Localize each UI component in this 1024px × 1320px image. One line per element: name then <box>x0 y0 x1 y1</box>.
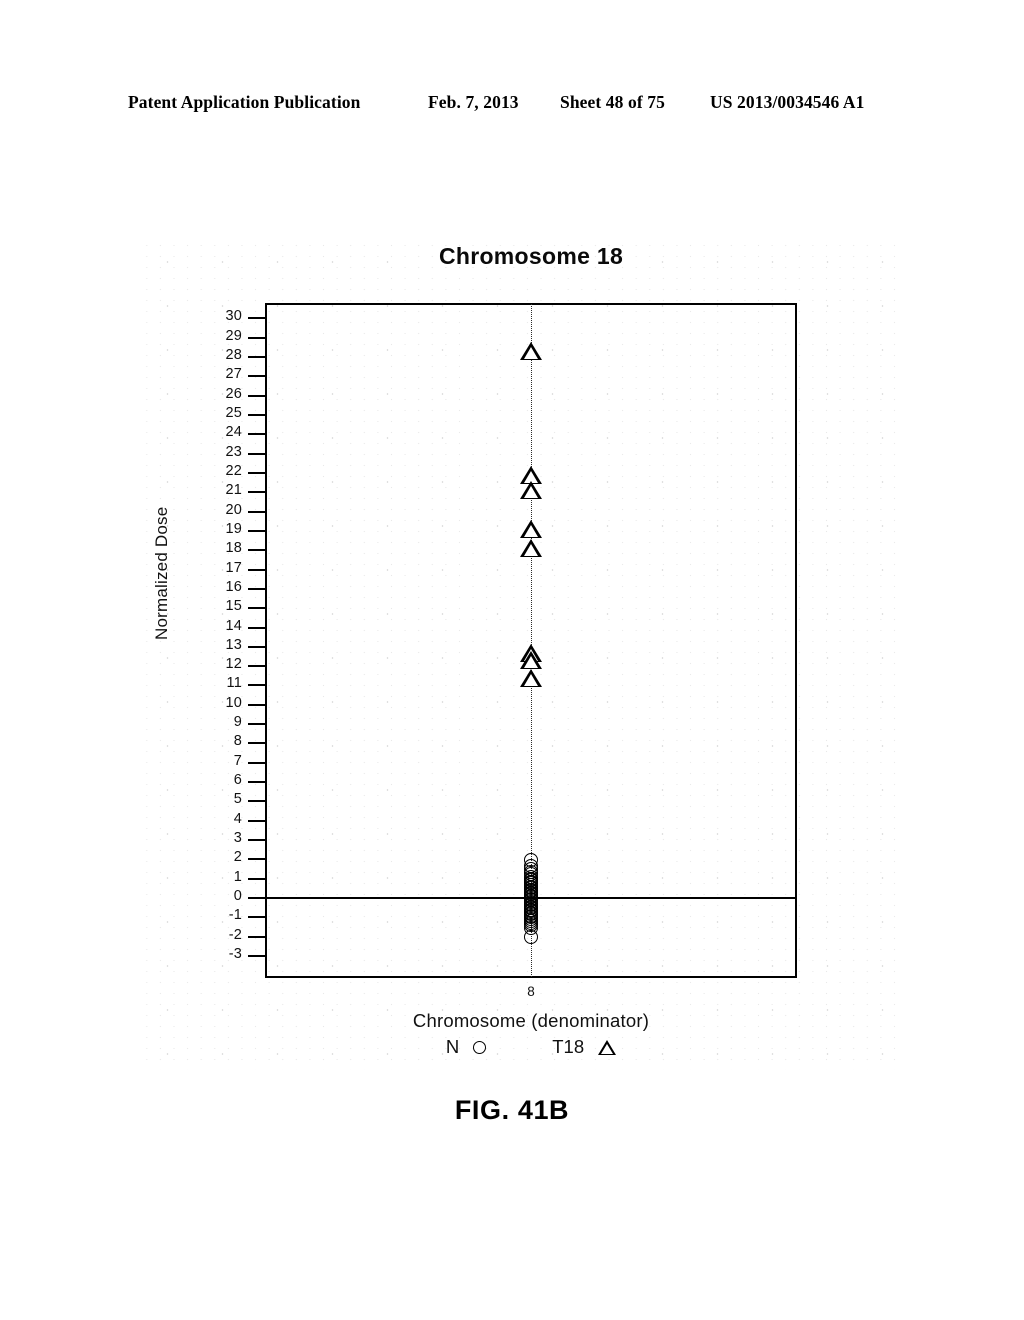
y-axis-tick-label: 27 <box>225 366 242 383</box>
y-axis-tick-label: 15 <box>225 598 242 615</box>
y-axis-tick <box>248 471 265 474</box>
x-tick-label-8: 8 <box>527 984 535 999</box>
y-axis-tick <box>248 935 265 938</box>
y-axis-tick-label: 30 <box>225 308 242 325</box>
y-axis-tick-label: 4 <box>233 810 242 827</box>
y-axis-tick <box>248 723 265 726</box>
y-axis-tick <box>248 336 265 339</box>
legend-label-t18: T18 <box>552 1036 585 1057</box>
y-axis-tick <box>248 375 265 378</box>
data-point-t18 <box>520 342 542 361</box>
y-axis-tick <box>248 433 265 436</box>
y-axis-tick-label: 11 <box>226 675 242 692</box>
y-axis-tick <box>248 607 265 610</box>
y-axis-tick <box>248 317 265 320</box>
y-axis-tick-label: 23 <box>225 443 242 460</box>
y-axis-tick <box>248 356 265 359</box>
y-axis-tick <box>248 877 265 880</box>
figure-caption: FIG. 41B <box>454 1095 570 1125</box>
y-axis-tick <box>248 800 265 803</box>
legend-entry-t18: T18 <box>552 1036 617 1058</box>
data-point-t18 <box>520 481 542 500</box>
y-axis-tick-label: -2 <box>228 926 242 943</box>
y-axis-tick-label: 20 <box>225 501 242 518</box>
y-axis-tick-label: 7 <box>233 752 242 769</box>
chart-title: Chromosome 18 <box>438 243 624 269</box>
legend-label-n: N <box>445 1036 460 1057</box>
y-axis-tick <box>248 665 265 668</box>
y-axis-tick <box>248 742 265 745</box>
y-axis-tick <box>248 510 265 513</box>
y-axis-tick-label: 21 <box>225 482 242 499</box>
y-axis-tick-label: -1 <box>228 907 242 924</box>
y-axis-tick <box>248 819 265 822</box>
data-point-t18 <box>520 539 542 558</box>
y-axis-tick <box>248 568 265 571</box>
y-axis-tick-label: 19 <box>225 520 242 537</box>
y-axis-tick <box>248 529 265 532</box>
y-axis-tick-label: 28 <box>225 347 242 364</box>
y-axis-tick-label: 18 <box>225 540 242 557</box>
y-axis-tick <box>248 684 265 687</box>
y-axis-tick-label: 1 <box>233 868 242 885</box>
y-axis-tick-label: 16 <box>225 578 242 595</box>
y-axis-tick-label: 8 <box>233 733 242 750</box>
y-axis-tick <box>248 916 265 919</box>
y-axis-tick-label: -3 <box>228 945 242 962</box>
y-axis-tick-label: 0 <box>233 888 242 904</box>
y-axis-tick-label: 9 <box>233 714 242 731</box>
y-axis-tick-label: 29 <box>225 327 242 344</box>
y-axis-tick-label: 13 <box>225 636 242 653</box>
y-axis-tick-label: 5 <box>233 791 242 808</box>
y-axis-tick-label: 26 <box>225 385 242 402</box>
y-axis-tick-label: 22 <box>225 462 242 479</box>
y-axis-tick-label: 3 <box>233 830 242 847</box>
y-axis-tick <box>248 761 265 764</box>
circle-icon <box>473 1040 487 1054</box>
chart-legend: N T18 <box>265 1036 797 1058</box>
y-axis-tick-label: 24 <box>225 424 242 441</box>
figure-area: Chromosome 18 30 29 28 27 26 25 24 23 22 21 20 19 18… <box>0 0 1024 1320</box>
y-axis-title: Normalized Dose <box>152 506 171 640</box>
y-axis-tick-label: 25 <box>225 405 242 421</box>
y-axis-tick <box>248 414 265 416</box>
y-axis-tick <box>248 897 265 899</box>
y-axis-tick <box>248 626 265 629</box>
y-axis-tick-label: 14 <box>225 617 242 634</box>
y-axis-tick-label: 2 <box>233 849 242 866</box>
x-axis-title: Chromosome (denominator) <box>412 1010 650 1031</box>
y-axis-tick <box>248 645 265 648</box>
y-axis-tick <box>248 703 265 706</box>
y-axis-tick <box>248 839 265 842</box>
triangle-icon <box>598 1039 617 1055</box>
y-axis-tick-label: 10 <box>225 694 242 711</box>
data-point-t18 <box>520 651 542 670</box>
y-axis-tick <box>248 491 265 494</box>
y-axis-tick <box>248 954 265 957</box>
y-axis-tick <box>248 858 265 861</box>
y-axis-tick <box>248 452 265 455</box>
y-axis-tick <box>248 549 265 552</box>
y-axis-tick-label: 6 <box>233 772 242 789</box>
data-point-t18 <box>520 668 542 687</box>
legend-entry-n: N <box>445 1036 487 1058</box>
y-axis-tick <box>248 394 265 397</box>
data-point-t18 <box>520 519 542 538</box>
y-axis-tick-label: 17 <box>225 559 242 576</box>
y-axis-tick <box>248 781 265 784</box>
y-axis-tick-label: 12 <box>225 656 242 673</box>
y-axis-tick <box>248 587 265 590</box>
